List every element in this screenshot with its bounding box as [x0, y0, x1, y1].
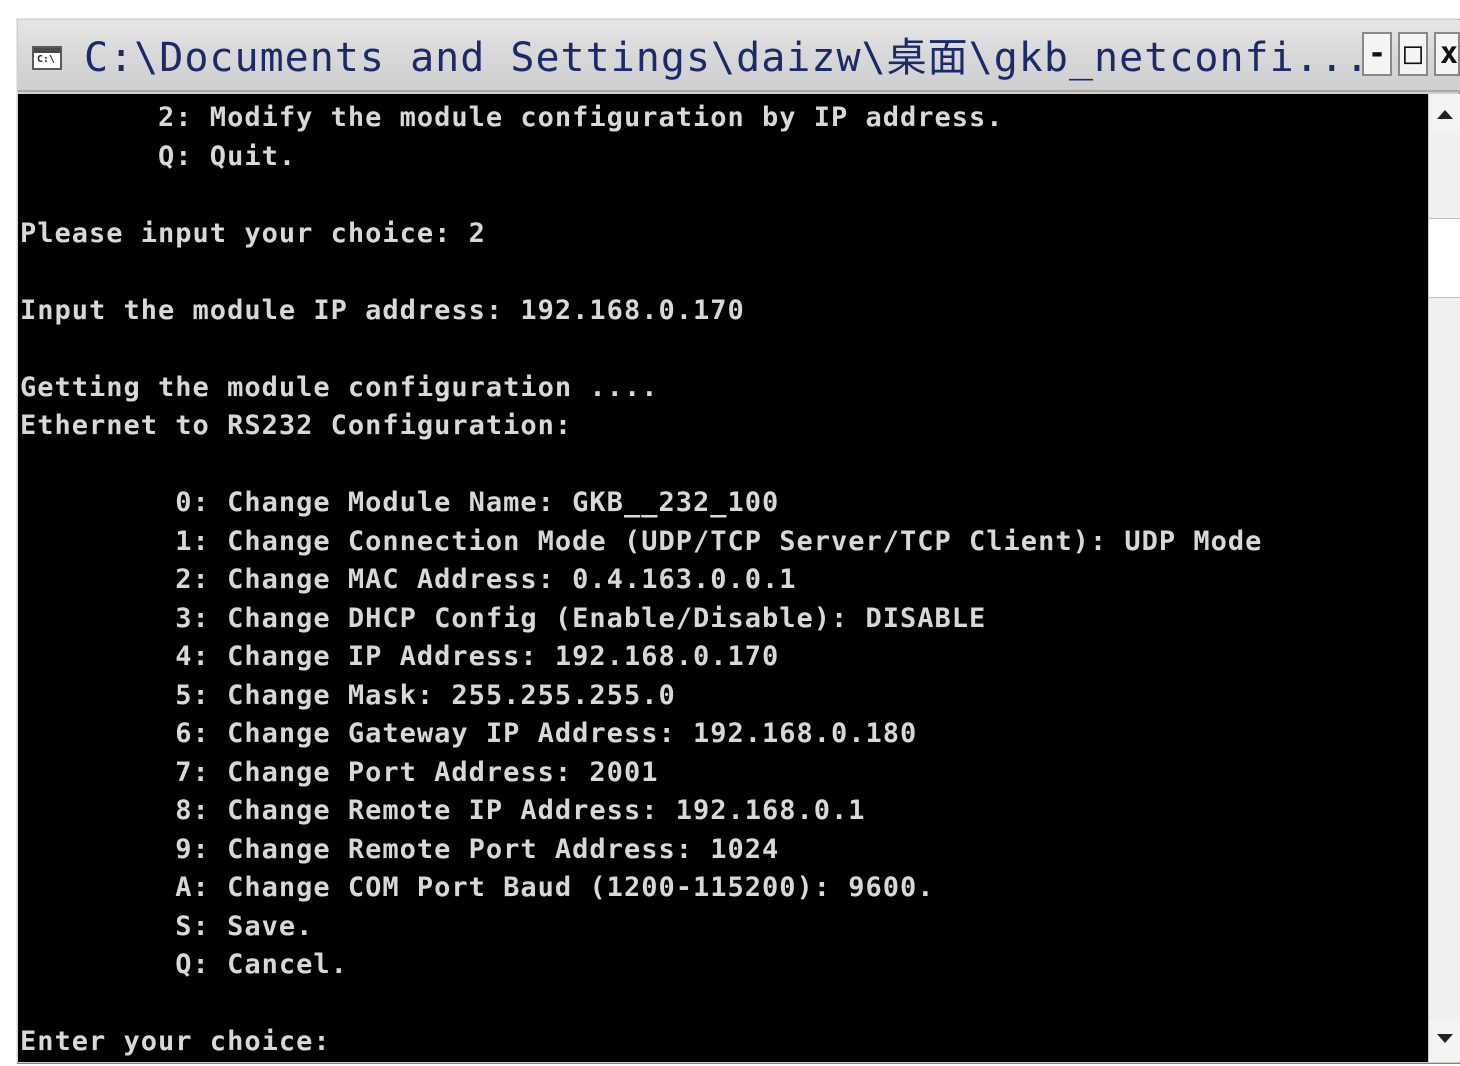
scroll-up-button[interactable] — [1429, 94, 1460, 134]
console-line: 5: Change Mask: 255.255.255.0 — [20, 679, 676, 711]
console-line: Enter your choice: — [20, 1026, 331, 1057]
minimize-button[interactable]: - — [1362, 32, 1392, 76]
window-title: C:\Documents and Settings\daizw\桌面\gkb_n… — [84, 35, 1370, 81]
console-line: 4: Change IP Address: 192.168.0.170 — [20, 641, 780, 672]
title-bar[interactable]: C:\ C:\Documents and Settings\daizw\桌面\g… — [18, 20, 1460, 92]
scroll-down-button[interactable] — [1429, 1020, 1460, 1060]
console-line: 9: Change Remote Port Address: 1024 — [20, 833, 780, 865]
console-line: 7: Change Port Address: 2001 — [20, 756, 659, 788]
console-line: Please input your choice: 2 — [20, 217, 486, 249]
console-line: A: Change COM Port Baud (1200-115200): 9… — [20, 872, 935, 903]
console-window: C:\ C:\Documents and Settings\daizw\桌面\g… — [16, 18, 1460, 1064]
scroll-thumb[interactable] — [1429, 218, 1460, 298]
console-line: 0: Change Module Name: GKB__232_100 — [20, 487, 780, 518]
console-line: S: Save. — [20, 910, 314, 942]
console-line: Q: Quit. — [20, 140, 297, 172]
console-output[interactable]: 2: Modify the module configuration by IP… — [18, 94, 1428, 1062]
console-line: 6: Change Gateway IP Address: 192.168.0.… — [20, 718, 918, 749]
console-icon[interactable]: C:\ — [32, 46, 62, 70]
console-line: Ethernet to RS232 Configuration: — [20, 410, 573, 441]
console-icon-label: C:\ — [37, 54, 56, 65]
console-line: 8: Change Remote IP Address: 192.168.0.1 — [20, 795, 866, 826]
scroll-down-arrow-icon — [1437, 1034, 1453, 1043]
maximize-button[interactable]: □ — [1398, 32, 1428, 76]
console-line: Input the module IP address: 192.168.0.1… — [20, 294, 745, 326]
console-line: 2: Modify the module configuration by IP… — [20, 102, 1004, 133]
scroll-up-arrow-icon — [1437, 110, 1453, 119]
vertical-scrollbar[interactable] — [1428, 94, 1460, 1062]
console-line: 1: Change Connection Mode (UDP/TCP Serve… — [20, 525, 1263, 557]
close-button[interactable]: x — [1434, 32, 1460, 76]
console-line: Getting the module configuration .... — [20, 371, 659, 403]
console-line: Q: Cancel. — [20, 949, 348, 980]
console-line: 2: Change MAC Address: 0.4.163.0.0.1 — [20, 564, 797, 595]
console-line: 3: Change DHCP Config (Enable/Disable): … — [20, 602, 987, 634]
